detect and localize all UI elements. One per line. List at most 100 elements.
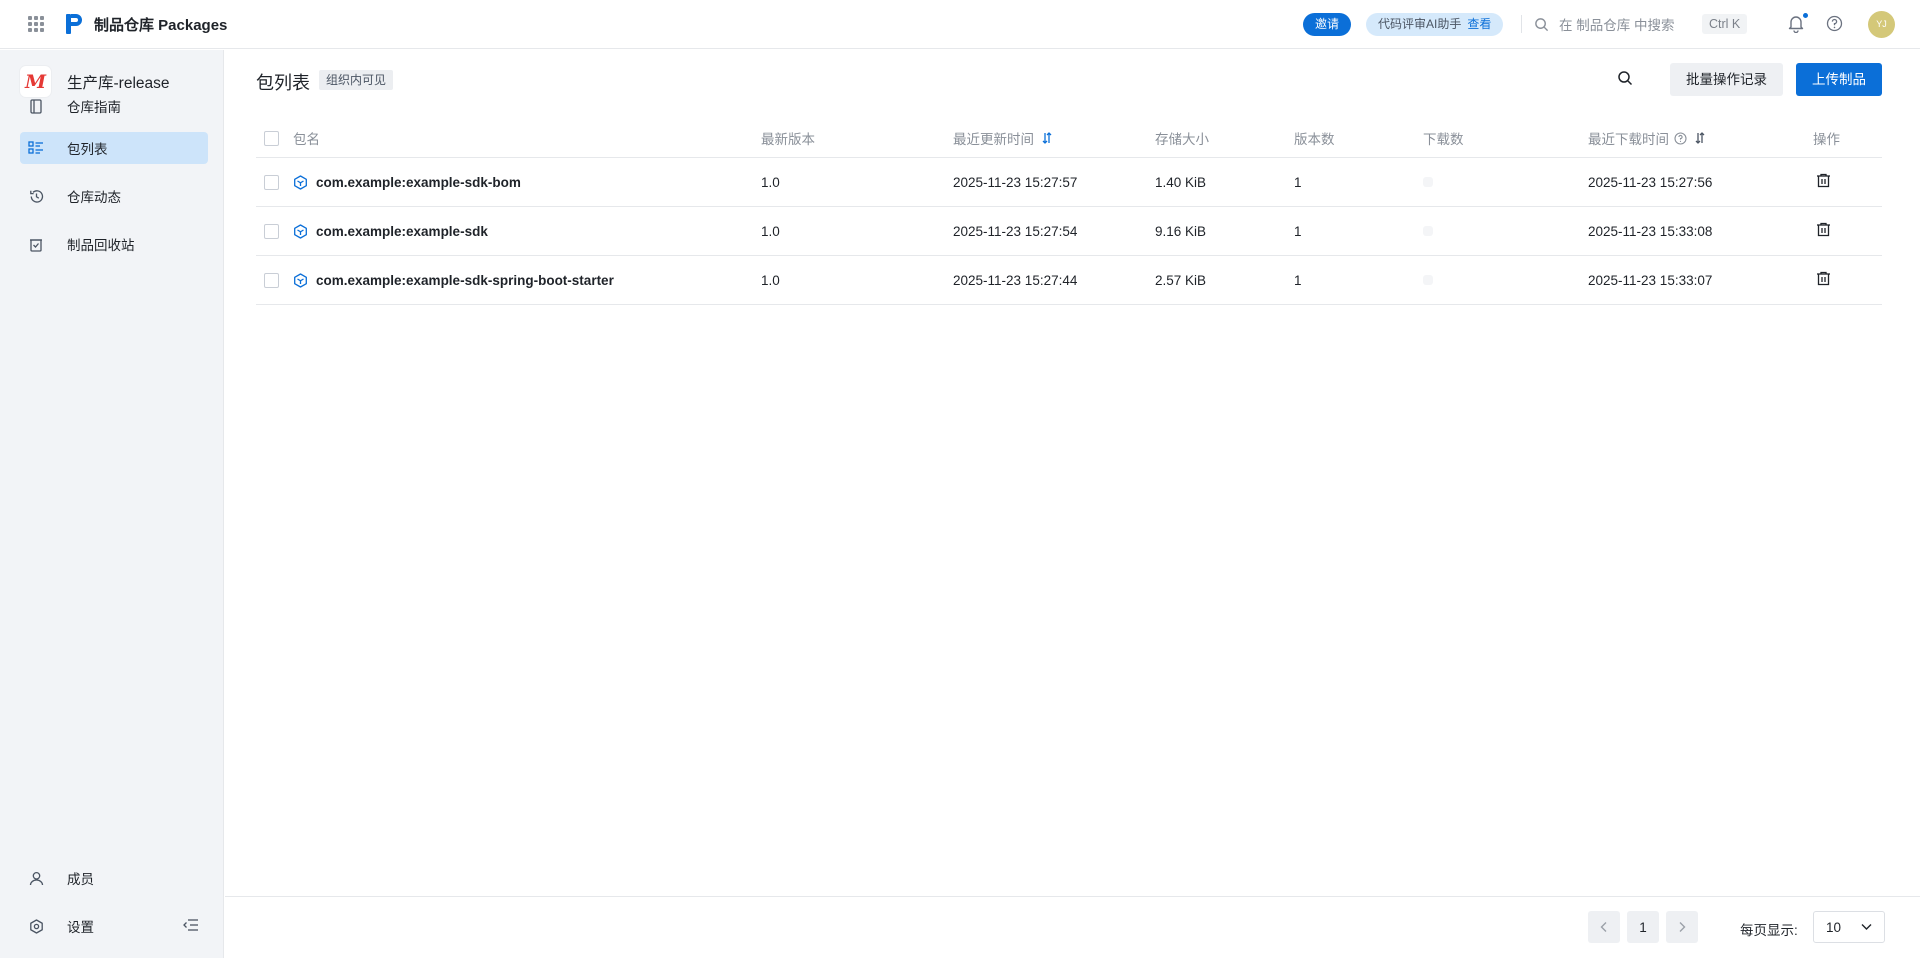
column-header-version-count: 版本数: [1294, 132, 1335, 147]
main-content: 包列表 组织内可见 批量操作记录 上传制品 包名 最新版本 最近更新时间 存储大…: [225, 50, 1920, 958]
trash-icon: [1817, 271, 1830, 286]
table-row[interactable]: com.example:example-sdk 1.0 2025-11-23 1…: [256, 207, 1882, 256]
sidebar: M 生产库-release 仓库指南 包列表 仓库动态 制品回收站 成员 设置: [0, 50, 224, 958]
last-download-time: 2025-11-23 15:33:08: [1588, 223, 1713, 239]
user-icon: [28, 870, 44, 886]
search-icon: [1535, 17, 1549, 31]
column-header-latest-version: 最新版本: [761, 132, 815, 147]
storage-size: 2.57 KiB: [1155, 272, 1207, 288]
latest-version: 1.0: [761, 174, 780, 190]
sidebar-item-activity[interactable]: 仓库动态: [20, 180, 208, 212]
column-header-actions: 操作: [1813, 132, 1840, 147]
prev-page-button[interactable]: [1588, 911, 1620, 943]
sidebar-item-label: 包列表: [67, 142, 108, 157]
sidebar-item-guide[interactable]: 仓库指南: [20, 90, 208, 122]
column-header-updated-at[interactable]: 最近更新时间: [953, 119, 1052, 157]
notification-button[interactable]: [1787, 12, 1809, 36]
download-count-placeholder: [1423, 177, 1433, 187]
latest-version: 1.0: [761, 272, 780, 288]
table-header: 包名 最新版本 最近更新时间 存储大小 版本数 下载数 最近下载时间 操作: [256, 119, 1882, 158]
row-checkbox[interactable]: [264, 174, 279, 190]
sidebar-item-label: 仓库动态: [67, 190, 121, 205]
row-checkbox[interactable]: [264, 272, 279, 288]
invite-button[interactable]: 邀请: [1303, 13, 1352, 36]
row-checkbox[interactable]: [264, 223, 279, 239]
collapse-sidebar-icon: [183, 919, 198, 931]
info-icon[interactable]: [1674, 131, 1687, 145]
sidebar-item-members[interactable]: 成员: [20, 862, 208, 894]
sidebar-item-recycle-bin[interactable]: 制品回收站: [20, 228, 208, 260]
page-size-label: 每页显示:: [1740, 923, 1798, 938]
sidebar-item-label: 设置: [67, 920, 94, 935]
page-size-select[interactable]: 10: [1813, 911, 1885, 943]
download-count-placeholder: [1423, 226, 1433, 236]
table-row[interactable]: com.example:example-sdk-spring-boot-star…: [256, 256, 1882, 305]
column-header-size: 存储大小: [1155, 132, 1209, 147]
notification-dot: [1802, 12, 1809, 19]
sort-icon[interactable]: [1042, 132, 1052, 144]
search-placeholder: 在 制品仓库 中搜索: [1559, 18, 1675, 33]
sidebar-item-label: 仓库指南: [67, 100, 121, 115]
sidebar-item-packages[interactable]: 包列表: [20, 132, 208, 164]
version-count: 1: [1294, 272, 1302, 288]
packages-logo-icon: [66, 14, 82, 34]
version-count: 1: [1294, 223, 1302, 239]
table-row[interactable]: com.example:example-sdk-bom 1.0 2025-11-…: [256, 158, 1882, 207]
package-search-button[interactable]: [1617, 70, 1633, 89]
history-icon: [28, 188, 44, 204]
delete-button[interactable]: [1816, 173, 1831, 191]
ai-assistant-banner: 代码评审AI助手 查看: [1366, 13, 1504, 36]
sidebar-item-settings[interactable]: 设置: [20, 910, 170, 942]
last-download-time: 2025-11-23 15:27:56: [1588, 174, 1713, 190]
ai-assistant-label: 代码评审AI助手: [1378, 17, 1462, 31]
next-page-button[interactable]: [1666, 911, 1698, 943]
page-size-value: 10: [1826, 919, 1842, 935]
column-header-last-download[interactable]: 最近下载时间: [1588, 119, 1705, 157]
last-download-time: 2025-11-23 15:33:07: [1588, 272, 1713, 288]
upload-package-button[interactable]: 上传制品: [1796, 63, 1882, 96]
global-search-input[interactable]: 在 制品仓库 中搜索: [1534, 14, 1675, 34]
chevron-down-icon: [1861, 924, 1872, 930]
collapse-sidebar-button[interactable]: [183, 918, 199, 935]
search-icon: [1618, 71, 1633, 86]
page-title: 包列表: [256, 73, 310, 93]
delete-button[interactable]: [1816, 271, 1831, 289]
version-count: 1: [1294, 174, 1302, 190]
column-header-name: 包名: [293, 132, 320, 147]
user-avatar[interactable]: YJ: [1868, 11, 1895, 38]
trash-icon: [1817, 222, 1830, 237]
help-button[interactable]: [1826, 15, 1843, 35]
delete-button[interactable]: [1816, 222, 1831, 240]
app-grid-icon[interactable]: [28, 16, 44, 32]
divider: [1521, 15, 1522, 33]
sort-icon[interactable]: [1695, 132, 1705, 144]
updated-at: 2025-11-23 15:27:57: [953, 174, 1078, 190]
package-name-link[interactable]: com.example:example-sdk: [316, 224, 488, 239]
updated-at: 2025-11-23 15:27:54: [953, 223, 1078, 239]
ai-view-link[interactable]: 查看: [1467, 17, 1491, 31]
book-icon: [28, 98, 44, 114]
pagination-bar: 1 每页显示: 10: [225, 896, 1920, 958]
storage-size: 1.40 KiB: [1155, 174, 1207, 190]
download-count-placeholder: [1423, 275, 1433, 285]
package-name-link[interactable]: com.example:example-sdk-spring-boot-star…: [316, 273, 614, 288]
sidebar-item-label: 成员: [67, 872, 94, 887]
package-icon: [293, 272, 308, 288]
settings-icon: [28, 918, 44, 934]
updated-at: 2025-11-23 15:27:44: [953, 272, 1078, 288]
app-title[interactable]: 制品仓库 Packages: [94, 14, 227, 35]
storage-size: 9.16 KiB: [1155, 223, 1207, 239]
search-shortcut-badge: Ctrl K: [1702, 14, 1748, 34]
select-all-checkbox[interactable]: [264, 130, 279, 146]
package-icon: [293, 223, 308, 239]
list-icon: [28, 140, 44, 156]
package-name-link[interactable]: com.example:example-sdk-bom: [316, 175, 521, 190]
latest-version: 1.0: [761, 223, 780, 239]
visibility-badge: 组织内可见: [319, 70, 394, 90]
batch-operation-log-button[interactable]: 批量操作记录: [1670, 63, 1783, 96]
package-table: 包名 最新版本 最近更新时间 存储大小 版本数 下载数 最近下载时间 操作 co…: [256, 119, 1882, 305]
page-number-button[interactable]: 1: [1627, 911, 1659, 943]
help-icon: [1826, 15, 1843, 32]
chevron-right-icon: [1679, 922, 1686, 932]
chevron-left-icon: [1600, 922, 1607, 932]
